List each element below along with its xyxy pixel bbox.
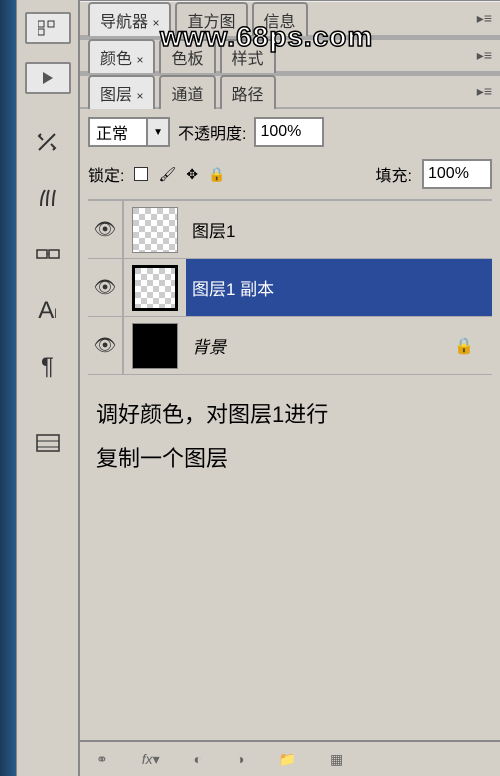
paragraph-icon[interactable]: ¶ (29, 348, 67, 386)
layer-mask-icon[interactable]: ◐ (194, 751, 202, 767)
instruction-line: 复制一个图层 (96, 437, 484, 481)
layer-row[interactable]: 👁 背景 🔒 (88, 317, 492, 375)
layer-fx-icon[interactable]: fx▾ (142, 751, 160, 768)
character-icon[interactable]: A| (29, 292, 67, 330)
clone-source-icon[interactable] (29, 236, 67, 274)
layer-row[interactable]: 👁 图层1 副本 (88, 259, 492, 317)
tab-layers[interactable]: 图层 × (88, 75, 155, 109)
layers-panel: 正常 ▼ 不透明度: 锁定: 🖌 ✥ 🔒 填充: 👁 (80, 109, 500, 505)
lock-row: 锁定: 🖌 ✥ 🔒 填充: (88, 159, 492, 189)
layer-thumbnail[interactable] (132, 207, 178, 253)
lock-icon: 🔒 (436, 336, 492, 356)
blend-row: 正常 ▼ 不透明度: (88, 115, 492, 149)
tab-color[interactable]: 颜色 × (88, 39, 155, 73)
panels-area: www.68ps.com 导航器 × 直方图 信息 ▸≡ 颜色 × 色板 样式 … (80, 0, 500, 776)
panel-menu-icon[interactable]: ▸≡ (477, 83, 500, 100)
toolbox: A| ¶ (16, 0, 80, 776)
link-layers-icon[interactable]: ⚭ (96, 751, 108, 768)
visibility-eye-icon[interactable]: 👁 (88, 259, 124, 316)
new-layer-icon[interactable]: ▦ (330, 751, 343, 768)
visibility-eye-icon[interactable]: 👁 (88, 201, 124, 258)
opacity-input[interactable] (254, 117, 324, 147)
play-icon[interactable] (25, 62, 71, 94)
brushes-icon[interactable] (29, 180, 67, 218)
fill-input[interactable] (422, 159, 492, 189)
layers-footer: ⚭ fx▾ ◐ ◑ 📁 ▦ (80, 740, 500, 776)
lock-pixels-icon[interactable]: 🖌 (158, 166, 176, 183)
lock-label: 锁定: (88, 162, 124, 186)
layer-name[interactable]: 图层1 (186, 201, 492, 258)
lock-position-icon[interactable]: ✥ (186, 166, 198, 183)
visibility-eye-icon[interactable]: 👁 (88, 317, 124, 374)
panel-menu-icon[interactable]: ▸≡ (477, 10, 500, 27)
lock-all-icon[interactable]: 🔒 (208, 166, 225, 183)
instruction-line: 调好颜色，对图层1进行 (96, 393, 484, 437)
layer-comps-icon[interactable] (29, 424, 67, 462)
layer-name[interactable]: 背景 (186, 317, 436, 374)
adjustment-layer-icon[interactable]: ◑ (236, 751, 244, 767)
tools-icon[interactable] (29, 124, 67, 162)
dropdown-arrow-icon: ▼ (146, 119, 168, 145)
layer-thumbnail[interactable] (132, 323, 178, 369)
blend-mode-select[interactable]: 正常 ▼ (88, 117, 170, 147)
tab-navigator[interactable]: 导航器 × (88, 2, 171, 36)
watermark: www.68ps.com (160, 21, 373, 53)
layer-name[interactable]: 图层1 副本 (186, 259, 492, 316)
instruction-text: 调好颜色，对图层1进行 复制一个图层 (88, 375, 492, 499)
expand-panel-icon[interactable] (25, 12, 71, 44)
fill-label: 填充: (376, 162, 412, 186)
lock-transparent-icon[interactable] (134, 167, 148, 181)
layer-tabrow: 图层 × 通道 路径 ▸≡ (80, 73, 500, 109)
tab-channels[interactable]: 通道 (159, 75, 215, 109)
layer-thumbnail[interactable] (132, 265, 178, 311)
blend-mode-value: 正常 (90, 118, 146, 146)
document-edge (0, 0, 16, 776)
opacity-label: 不透明度: (178, 120, 246, 144)
layers-list: 👁 图层1 👁 图层1 副本 👁 背景 🔒 (88, 199, 492, 375)
group-icon[interactable]: 📁 (279, 751, 296, 768)
tab-paths[interactable]: 路径 (220, 75, 276, 109)
lock-icons: 🖌 ✥ 🔒 (134, 166, 225, 183)
panel-menu-icon[interactable]: ▸≡ (477, 47, 500, 64)
layer-row[interactable]: 👁 图层1 (88, 201, 492, 259)
